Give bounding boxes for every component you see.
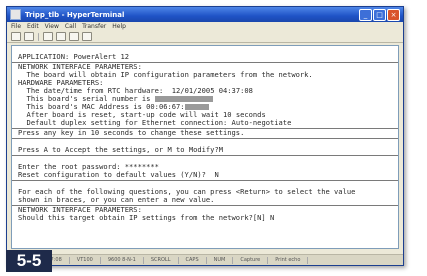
menu-help[interactable]: Help	[112, 23, 126, 30]
obtain-ip-prompt: Should this target obtain IP settings fr…	[18, 213, 275, 222]
minimize-button[interactable]: _	[359, 8, 372, 21]
menu-view[interactable]: View	[45, 23, 59, 30]
status-capture: Capture	[233, 256, 269, 264]
status-scroll: SCROLL	[144, 256, 179, 264]
menu-call[interactable]: Call	[65, 23, 76, 30]
application-line: APPLICATION: PowerAlert 12	[18, 52, 130, 61]
close-button[interactable]: ×	[387, 8, 400, 21]
app-icon	[10, 9, 21, 20]
duplex-line: Default duplex setting for Ethernet conn…	[12, 119, 398, 127]
toolbar	[7, 31, 403, 43]
figure-label: 5-5	[6, 250, 52, 272]
terminal-screen[interactable]: APPLICATION: PowerAlert 12 NETWORK INTER…	[11, 45, 399, 249]
status-bar: Connected 0:07:08 VT100 9600 8-N-1 SCROL…	[7, 254, 403, 265]
menu-transfer[interactable]: Transfer	[82, 23, 106, 30]
disconnect-icon[interactable]	[43, 32, 53, 41]
open-icon[interactable]	[24, 32, 34, 41]
menu-file[interactable]: File	[11, 23, 21, 30]
properties-icon[interactable]	[82, 32, 92, 41]
send-icon[interactable]	[56, 32, 66, 41]
receive-icon[interactable]	[69, 32, 79, 41]
menu-bar: File Edit View Call Transfer Help	[7, 22, 403, 31]
new-icon[interactable]	[11, 32, 21, 41]
status-print-echo: Print echo	[268, 256, 309, 264]
status-port-settings: 9600 8-N-1	[101, 256, 144, 264]
menu-edit[interactable]: Edit	[27, 23, 39, 30]
status-caps: CAPS	[179, 256, 207, 264]
title-bar[interactable]: Tripp_tlb - HyperTerminal _ □ ×	[7, 7, 403, 22]
press-key-line: Press any key in 10 seconds to change th…	[18, 128, 245, 137]
duplex-text: Default duplex setting for Ethernet conn…	[26, 118, 292, 127]
window-title: Tripp_tlb - HyperTerminal	[25, 10, 125, 19]
toolbar-separator	[38, 32, 39, 41]
hyperterminal-window: Tripp_tlb - HyperTerminal _ □ × File Edi…	[6, 6, 404, 266]
status-emulation: VT100	[70, 256, 101, 264]
status-num: NUM	[207, 256, 234, 264]
reset-defaults-prompt: Reset configuration to default values (Y…	[18, 170, 219, 179]
questions-line-2: shown in braces, or you can enter a new …	[18, 195, 215, 204]
accept-prompt: Press A to Accept the settings, or M to …	[18, 145, 223, 154]
maximize-button[interactable]: □	[373, 8, 386, 21]
